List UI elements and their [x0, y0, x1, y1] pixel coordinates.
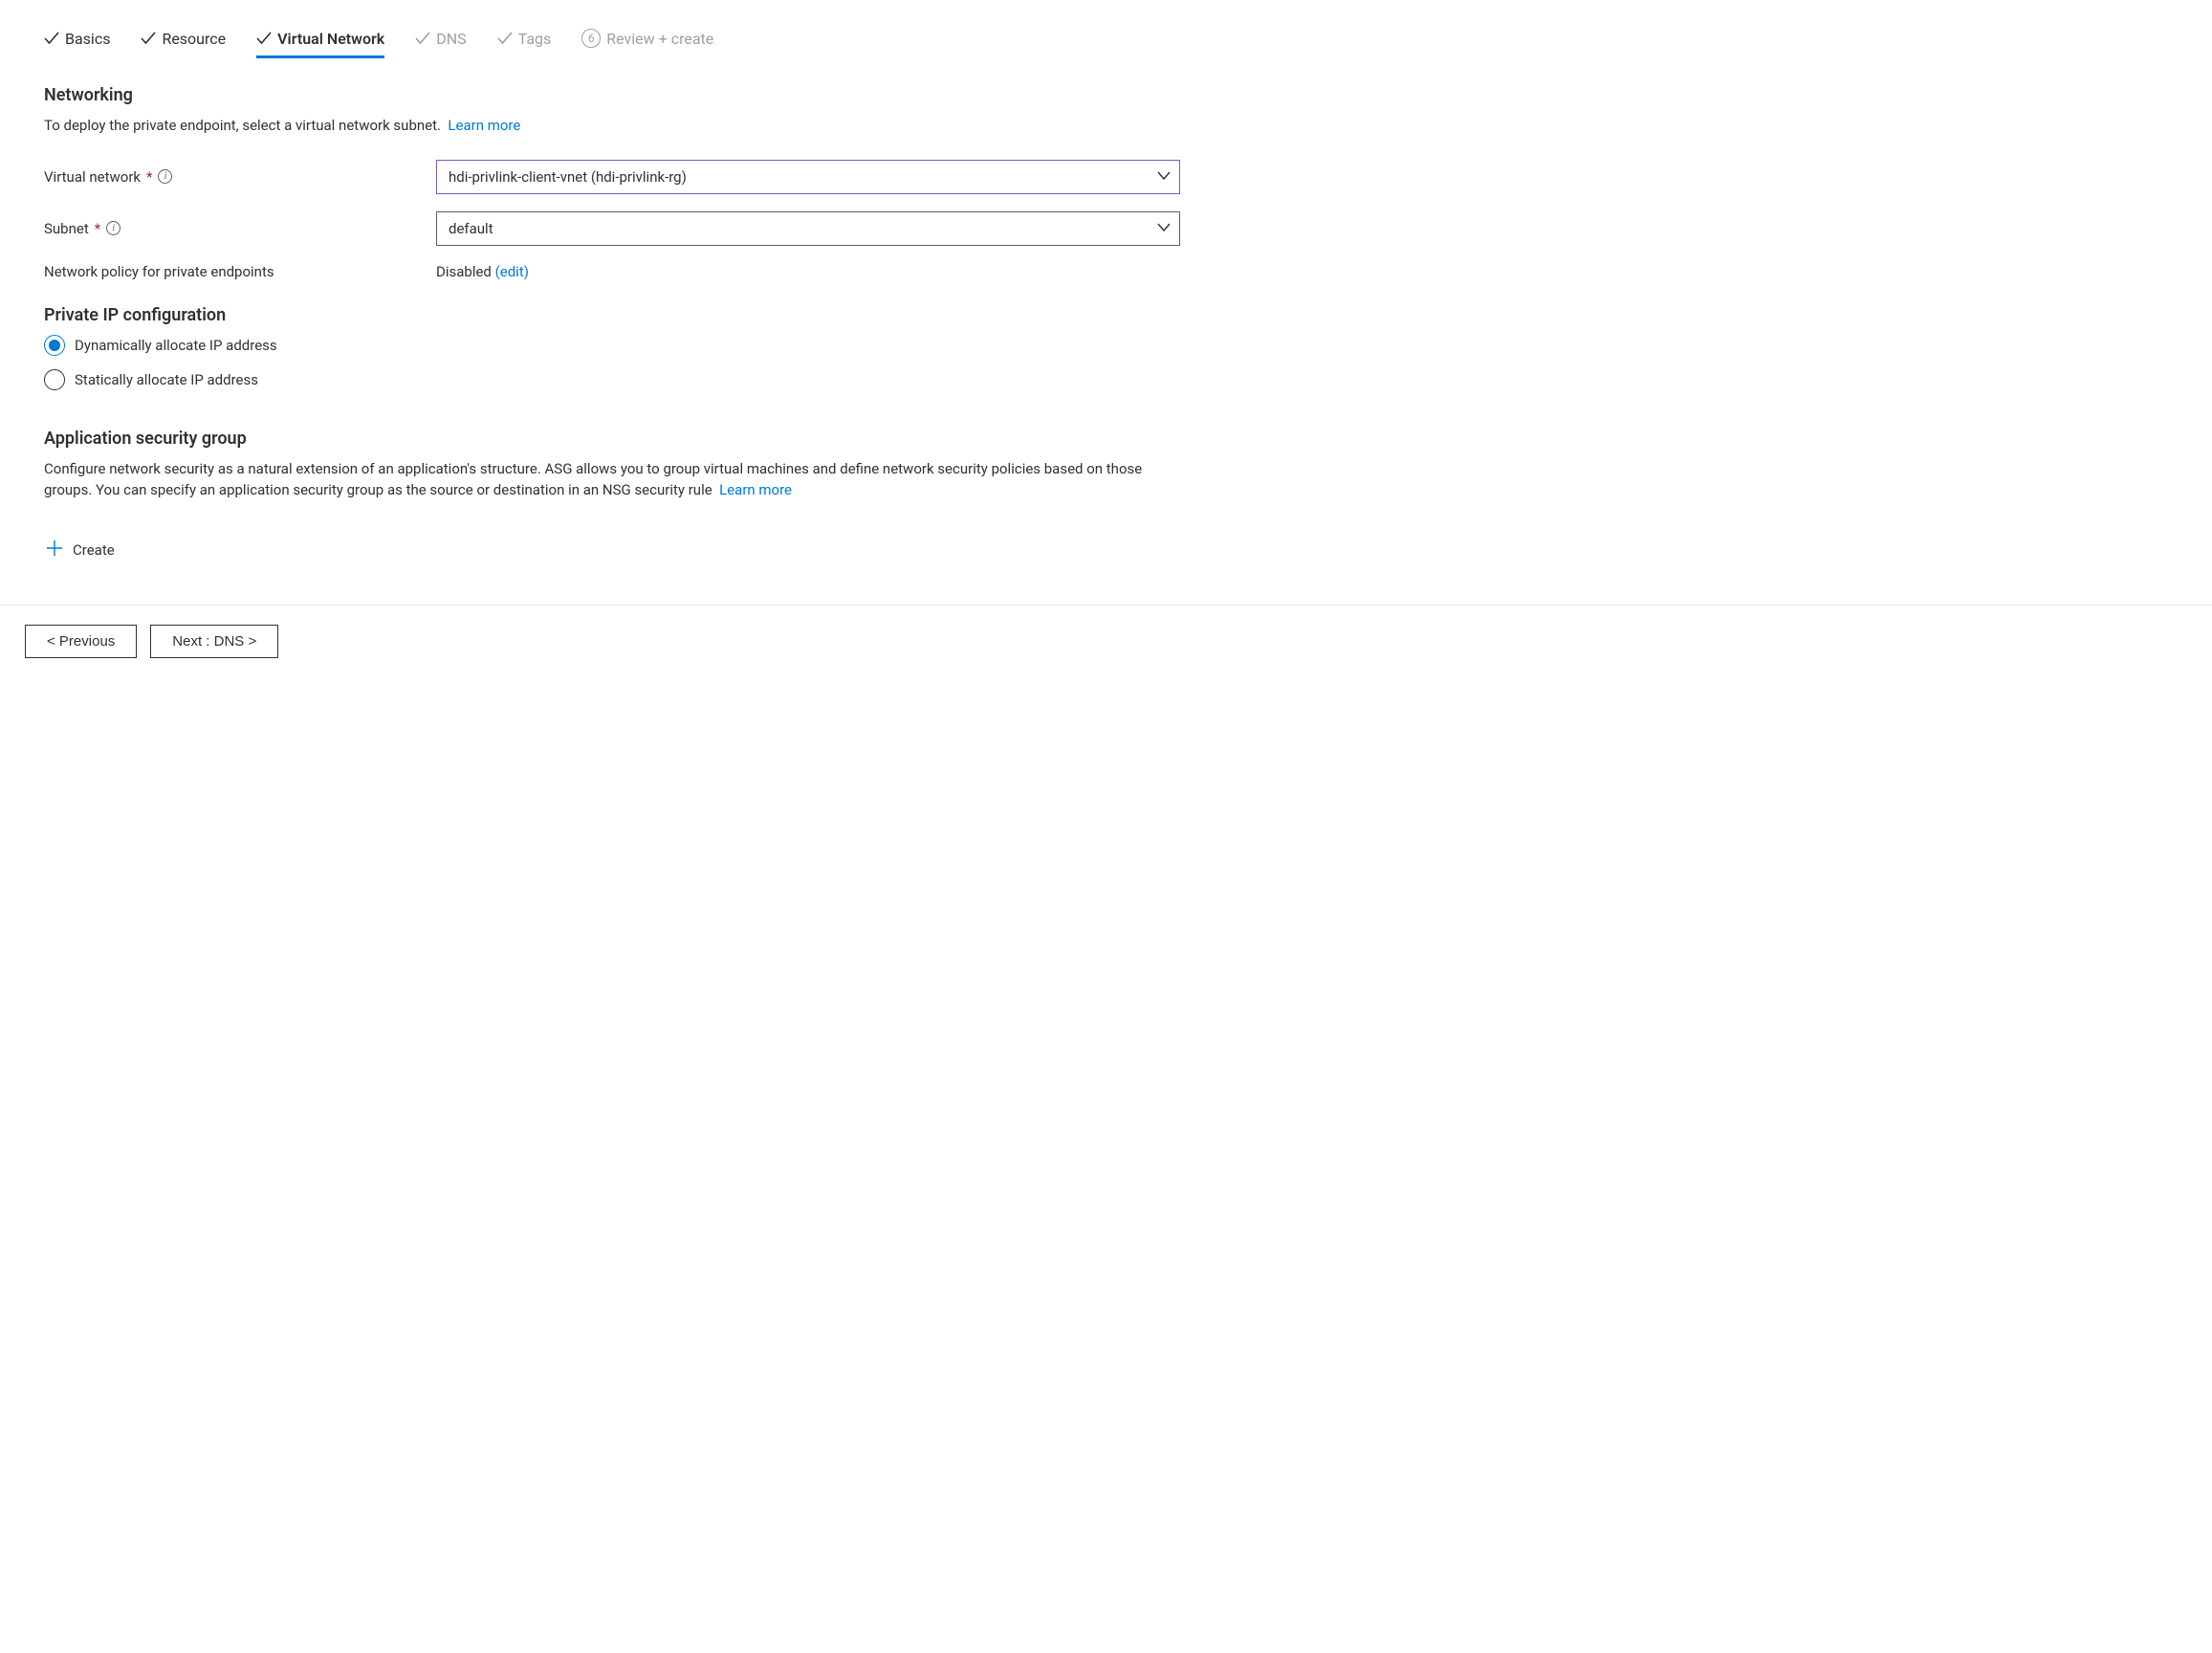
learn-more-link[interactable]: Learn more — [448, 117, 520, 134]
private-ip-heading: Private IP configuration — [44, 305, 1180, 325]
radio-dynamic-ip[interactable]: Dynamically allocate IP address — [44, 335, 1180, 356]
plus-icon — [46, 540, 63, 561]
step-number-icon: 6 — [581, 29, 601, 48]
tab-review-create[interactable]: 6 Review + create — [581, 29, 713, 58]
asg-description: Configure network security as a natural … — [44, 458, 1180, 501]
select-value: default — [449, 220, 493, 237]
previous-button[interactable]: < Previous — [25, 625, 137, 658]
section-private-ip: Private IP configuration Dynamically all… — [44, 305, 1180, 390]
create-asg-button[interactable]: Create — [44, 534, 117, 566]
tab-label: Basics — [65, 30, 110, 48]
check-icon — [44, 32, 59, 45]
radio-label: Dynamically allocate IP address — [75, 337, 277, 354]
learn-more-link[interactable]: Learn more — [719, 481, 792, 498]
virtual-network-label: Virtual network * i — [44, 168, 436, 186]
check-icon — [141, 32, 156, 45]
tab-label: Review + create — [606, 30, 713, 48]
edit-link[interactable]: (edit) — [495, 263, 529, 280]
check-icon — [415, 32, 430, 45]
tab-label: DNS — [436, 30, 466, 48]
tab-basics[interactable]: Basics — [44, 30, 110, 58]
required-indicator: * — [146, 168, 152, 186]
tab-tags[interactable]: Tags — [497, 30, 552, 58]
wizard-tabs: Basics Resource Virtual Network DNS Tags — [44, 29, 1180, 58]
row-subnet: Subnet * i default — [44, 211, 1180, 246]
subnet-label: Subnet * i — [44, 220, 436, 237]
info-icon[interactable]: i — [158, 169, 172, 184]
virtual-network-select[interactable]: hdi-privlink-client-vnet (hdi-privlink-r… — [436, 160, 1180, 194]
row-virtual-network: Virtual network * i hdi-privlink-client-… — [44, 160, 1180, 194]
wizard-footer: < Previous Next : DNS > — [0, 605, 2212, 677]
check-icon — [256, 32, 272, 45]
tab-label: Resource — [162, 30, 226, 48]
info-icon[interactable]: i — [106, 221, 120, 235]
tab-label: Virtual Network — [277, 30, 384, 48]
network-policy-label: Network policy for private endpoints — [44, 263, 436, 280]
tab-dns[interactable]: DNS — [415, 30, 466, 58]
section-asg: Application security group Configure net… — [44, 429, 1180, 566]
section-networking: Networking To deploy the private endpoin… — [44, 85, 1180, 280]
subnet-select[interactable]: default — [436, 211, 1180, 246]
asg-heading: Application security group — [44, 429, 1180, 449]
required-indicator: * — [95, 220, 100, 237]
row-network-policy: Network policy for private endpoints Dis… — [44, 263, 1180, 280]
check-icon — [497, 32, 513, 45]
network-policy-value: Disabled (edit) — [436, 263, 529, 280]
tab-label: Tags — [518, 30, 552, 48]
create-label: Create — [73, 541, 115, 559]
networking-heading: Networking — [44, 85, 1180, 105]
radio-icon — [44, 369, 65, 390]
next-button[interactable]: Next : DNS > — [150, 625, 278, 658]
radio-icon — [44, 335, 65, 356]
tab-virtual-network[interactable]: Virtual Network — [256, 30, 384, 58]
radio-static-ip[interactable]: Statically allocate IP address — [44, 369, 1180, 390]
ip-allocation-radio-group: Dynamically allocate IP address Statical… — [44, 335, 1180, 390]
networking-description: To deploy the private endpoint, select a… — [44, 115, 1180, 137]
select-value: hdi-privlink-client-vnet (hdi-privlink-r… — [449, 168, 687, 186]
radio-label: Statically allocate IP address — [75, 371, 258, 388]
tab-resource[interactable]: Resource — [141, 30, 226, 58]
